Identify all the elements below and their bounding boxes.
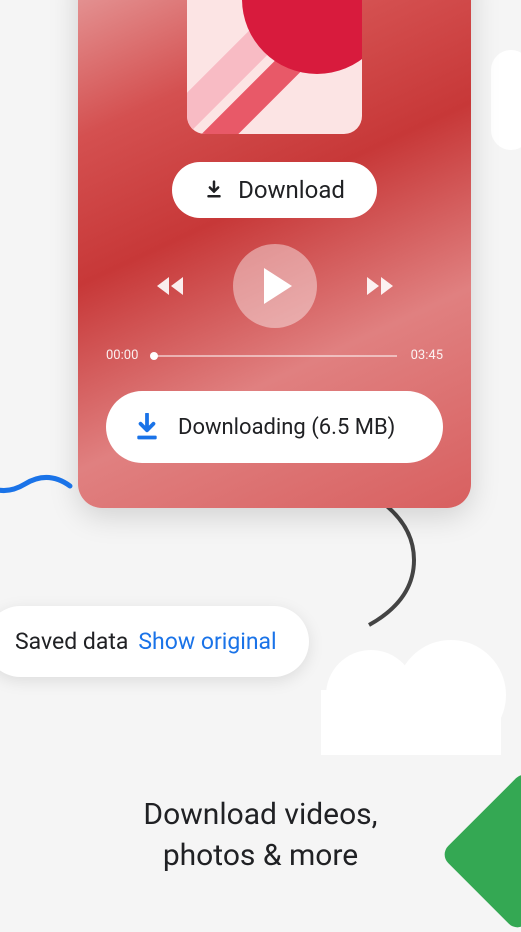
progress-bar[interactable]	[152, 355, 396, 357]
rewind-button[interactable]	[157, 274, 189, 298]
player-controls	[106, 244, 443, 328]
cloud-decoration	[491, 50, 521, 150]
hero-line-2: photos & more	[0, 836, 521, 877]
cloud-decoration	[321, 690, 501, 755]
downloading-status[interactable]: Downloading (6.5 MB)	[106, 391, 443, 463]
saved-data-bar: Saved data Show original	[0, 606, 309, 677]
time-current: 00:00	[106, 348, 138, 363]
download-label: Download	[238, 176, 345, 204]
wiggle-decoration	[0, 470, 75, 505]
hero-line-1: Download videos,	[0, 795, 521, 836]
media-player-card: Download 00:00 03:45 Downloading (6.5 MB…	[78, 0, 471, 508]
download-icon	[204, 179, 224, 201]
forward-button[interactable]	[361, 274, 393, 298]
time-total: 03:45	[411, 348, 443, 363]
downloading-label: Downloading (6.5 MB)	[178, 415, 395, 440]
album-art	[187, 0, 362, 134]
download-progress-icon	[134, 413, 160, 441]
curve-decoration	[359, 500, 439, 630]
saved-data-label: Saved data	[15, 628, 128, 655]
hero-text: Download videos, photos & more	[0, 795, 521, 876]
play-button[interactable]	[233, 244, 317, 328]
progress-row: 00:00 03:45	[106, 348, 443, 363]
download-button[interactable]: Download	[172, 162, 377, 218]
show-original-link[interactable]: Show original	[138, 628, 276, 655]
play-icon	[264, 268, 292, 304]
